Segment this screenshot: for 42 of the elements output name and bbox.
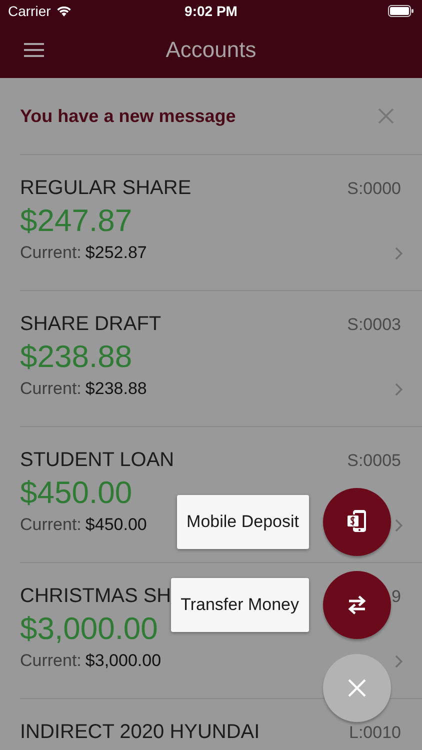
close-menu-button[interactable] [323,654,391,722]
account-number: S:0005 [347,451,401,471]
current-balance: $238.88 [85,379,147,399]
mobile-deposit-button[interactable] [323,488,391,556]
menu-icon[interactable] [24,43,44,57]
current-label: Current: [20,243,82,263]
current-balance: $3,000.00 [85,651,162,671]
chevron-icon [395,246,403,260]
transfer-button[interactable] [323,571,391,639]
account-number: L:0010 [349,723,401,743]
current-label: Current: [20,515,82,535]
account-balance: $238.88 [20,339,134,375]
current-balance: $252.87 [85,243,147,263]
header-title: Accounts [164,37,258,63]
account-balance: $450.00 [20,475,134,511]
account-number: S:0003 [347,315,401,335]
account-row[interactable]: REGULAR SHARE S:0000 $247.87 Current: $252.87 [20,155,422,291]
chevron-icon [395,654,403,668]
chevron-icon [395,518,403,532]
account-name: REGULAR SHARE [20,177,192,200]
account-number: 9 [392,587,401,607]
close-icon [348,679,366,697]
account-name: SHARE DRAFT [20,313,162,336]
account-name: STUDENT LOAN [20,449,174,472]
action-label[interactable]: Transfer Money [170,578,309,632]
account-balance: $247.87 [20,203,134,239]
action-label[interactable]: Mobile Deposit [176,495,309,549]
carrier-label: Carrier [8,3,51,19]
message-text[interactable]: You have a new message [20,106,236,126]
chevron-icon [395,382,403,396]
phone-check-icon [346,509,368,535]
current-label: Current: [20,651,82,671]
account-number: S:0000 [347,179,401,199]
current-balance: $450.00 [85,515,147,535]
account-balance: $3,000.00 [20,611,159,647]
wifi-icon [56,5,72,17]
account-row[interactable]: SHARE DRAFT S:0003 $238.88 Current: $238.88 [20,291,422,427]
status-time: 9:02 PM [184,3,238,19]
account-name: INDIRECT 2020 HYUNDAI [20,721,260,744]
account-name: CHRISTMAS SH [20,585,172,608]
battery-icon [388,5,414,17]
current-label: Current: [20,379,82,399]
